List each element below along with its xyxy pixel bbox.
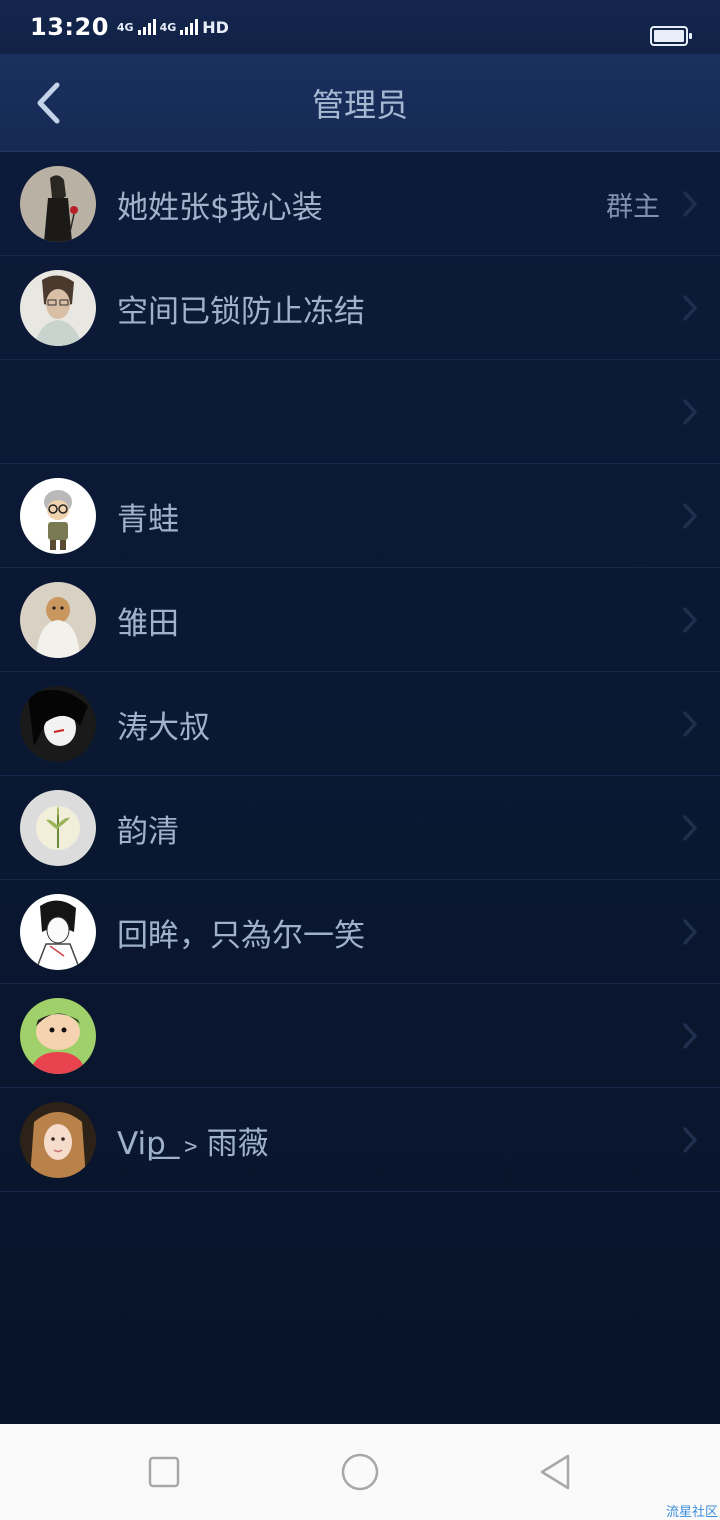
chevron-right-icon [683, 815, 697, 841]
member-name: 青蛙 [117, 501, 179, 538]
signal-icon [137, 19, 156, 35]
header: 管理员 [0, 54, 720, 152]
list-item[interactable]: 回眸，只為尔一笑 [0, 880, 720, 984]
owner-badge: 群主 [606, 191, 660, 223]
member-name: 回眸，只為尔一笑 [117, 917, 365, 954]
recents-square-icon[interactable] [144, 1452, 184, 1492]
avatar-girl-photo-icon [20, 1102, 96, 1178]
chevron-left-icon [37, 82, 60, 124]
signal-icon-2 [180, 19, 199, 35]
network-type-1: 4G [116, 20, 134, 34]
chevron-right-icon [683, 919, 697, 945]
list-item[interactable]: Vip͟ ﹥雨薇 [0, 1088, 720, 1192]
hd-label: HD [202, 17, 229, 37]
member-name: Vip͟ ﹥雨薇 [117, 1125, 269, 1162]
avatar-cartoon-boy-icon [20, 998, 96, 1074]
status-bar: 13:20 4G 4G HD [0, 0, 720, 54]
avatar-anime-dark-hair-icon [20, 686, 96, 762]
network-indicators: 4G 4G HD [117, 18, 229, 37]
list-item[interactable]: 雏田 [0, 568, 720, 672]
avatar-man-glasses-icon [20, 270, 96, 346]
chevron-right-icon [683, 711, 697, 737]
avatar-dog-blanket-icon [20, 582, 96, 658]
list-item[interactable] [0, 984, 720, 1088]
chevron-right-icon [683, 503, 697, 529]
home-circle-icon[interactable] [340, 1452, 380, 1492]
system-navigation-bar: 流星社区 [0, 1424, 720, 1520]
avatar-anime-sketch-icon [20, 894, 96, 970]
list-item[interactable]: 涛大叔 [0, 672, 720, 776]
member-name: 空间已锁防止冻结 [117, 293, 365, 330]
avatar-leaf-icon [20, 790, 96, 866]
list-item[interactable]: 韵清 [0, 776, 720, 880]
chevron-right-icon [683, 607, 697, 633]
page-title: 管理员 [311, 86, 408, 124]
member-name: 雏田 [117, 605, 179, 642]
member-name: 涛大叔 [117, 709, 210, 746]
chevron-right-icon [683, 1127, 697, 1153]
chevron-right-icon [683, 295, 697, 321]
list-item[interactable]: 她姓张$我心装 群主 [0, 152, 720, 256]
back-triangle-icon[interactable] [536, 1452, 576, 1492]
list-item[interactable]: 空间已锁防止冻结 [0, 256, 720, 360]
chevron-right-icon [683, 399, 697, 425]
avatar-sketch-rose-icon [20, 166, 96, 242]
admin-list: 她姓张$我心装 群主 空间已锁防止冻结 青蛙 雏田 涛大叔 韵清 回眸，只為尔一… [0, 152, 720, 1192]
avatar-cartoon-grandma-icon [20, 478, 96, 554]
list-item[interactable] [0, 360, 720, 464]
member-name: 她姓张$我心装 [117, 189, 323, 226]
status-time: 13:20 [30, 13, 109, 41]
list-item[interactable]: 青蛙 [0, 464, 720, 568]
network-type-2: 4G [159, 20, 177, 34]
chevron-right-icon [683, 191, 697, 217]
battery-icon [650, 26, 692, 46]
watermark: 流星社区 [665, 1505, 718, 1520]
chevron-right-icon [683, 1023, 697, 1049]
member-name: 韵清 [117, 813, 179, 850]
back-button[interactable] [24, 76, 72, 130]
